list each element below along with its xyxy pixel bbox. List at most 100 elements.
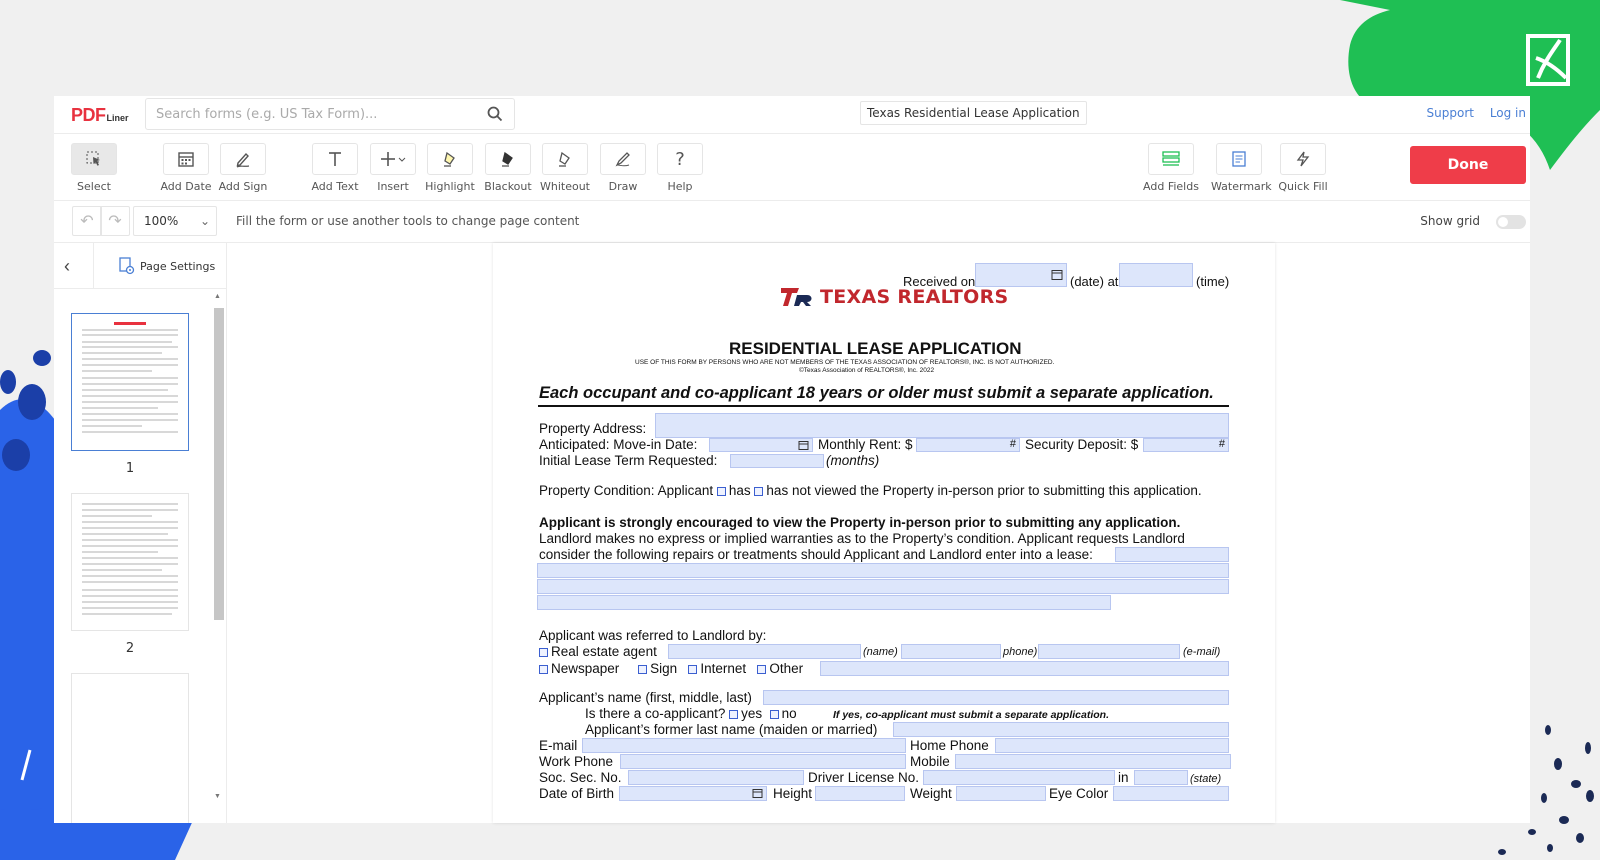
work-phone-field[interactable]	[620, 754, 906, 769]
encourage-bold: Applicant is strongly encouraged to view…	[539, 515, 1181, 530]
calendar-icon	[1051, 270, 1063, 280]
tool-add-date[interactable]: Add Date	[158, 143, 214, 193]
page-settings-button[interactable]: Page Settings	[118, 257, 215, 275]
divider	[93, 243, 94, 289]
use-notice: USE OF THIS FORM BY PERSONS WHO ARE NOT …	[635, 359, 1055, 366]
tool-blackout[interactable]: Blackout	[480, 143, 536, 193]
repairs-field-3[interactable]	[537, 579, 1229, 594]
tool-add-text[interactable]: Add Text	[307, 143, 363, 193]
chevron-left-icon[interactable]: ‹	[64, 256, 70, 277]
applicant-name-label: Applicant’s name (first, middle, last)	[539, 690, 752, 705]
page-thumbnail-2[interactable]	[71, 493, 189, 631]
lightning-icon	[1296, 151, 1310, 167]
page-thumbnail-1[interactable]	[71, 313, 189, 451]
page-number-1: 1	[125, 461, 135, 476]
applicant-name-field[interactable]	[763, 690, 1229, 705]
tool-draw[interactable]: Draw	[595, 143, 651, 193]
search-icon[interactable]	[486, 105, 504, 123]
draw-icon	[615, 152, 630, 167]
weight-label: Weight	[910, 786, 952, 801]
real-estate-agent-checkbox[interactable]	[539, 648, 548, 657]
monthly-rent-label: Monthly Rent: $	[818, 437, 913, 452]
done-button[interactable]: Done	[1410, 146, 1526, 184]
show-grid-toggle[interactable]	[1496, 215, 1526, 229]
initial-term-label: Initial Lease Term Requested:	[539, 453, 718, 468]
former-name-field[interactable]	[893, 722, 1229, 737]
search-input[interactable]	[146, 99, 466, 129]
page-preview	[82, 322, 178, 433]
coapplicant-no-checkbox[interactable]	[769, 710, 779, 719]
email-field[interactable]	[582, 738, 906, 753]
tool-highlight[interactable]: Highlight	[422, 143, 478, 193]
coapplicant-yes-checkbox[interactable]	[729, 710, 739, 719]
page-thumbnail-3[interactable]	[71, 673, 189, 823]
chevron-down-icon: ⌄	[199, 214, 210, 228]
received-date-field[interactable]	[975, 263, 1067, 287]
phone-caption: phone)	[1003, 646, 1038, 658]
name-caption: (name)	[863, 646, 898, 658]
state-field[interactable]	[1134, 770, 1188, 785]
scroll-up-icon[interactable]: ▲	[214, 293, 221, 300]
watermark-icon	[1232, 151, 1246, 167]
other-checkbox[interactable]	[757, 665, 767, 674]
sign-checkbox[interactable]	[638, 665, 648, 674]
tool-add-sign[interactable]: Add Sign	[215, 143, 271, 193]
former-name-label: Applicant’s former last name (maiden or …	[585, 722, 878, 737]
top-bar: PDFLiner Texas Residential Lease Applica…	[54, 96, 1530, 134]
tool-add-fields[interactable]: Add Fields	[1143, 143, 1199, 193]
document-title: Texas Residential Lease Application	[860, 101, 1087, 125]
other-source-field[interactable]	[820, 661, 1229, 676]
height-field[interactable]	[815, 786, 905, 801]
support-link[interactable]: Support	[1427, 106, 1474, 120]
condition-has-not-checkbox[interactable]	[754, 487, 764, 496]
security-deposit-field[interactable]: #	[1143, 438, 1229, 452]
tool-insert[interactable]: Insert	[365, 143, 421, 193]
sidebar-scroll-thumb[interactable]	[214, 308, 224, 620]
agent-email-field[interactable]	[1038, 644, 1180, 659]
time-label: (time)	[1196, 274, 1230, 289]
help-icon: ?	[675, 148, 685, 170]
tool-watermark[interactable]: Watermark	[1211, 143, 1272, 193]
dob-field[interactable]	[619, 786, 767, 801]
agent-phone-field[interactable]	[901, 644, 1001, 659]
realtors-logo-icon	[781, 288, 812, 306]
agent-name-field[interactable]	[668, 644, 861, 659]
zoom-select[interactable]: 100% ⌄	[133, 206, 217, 236]
toolbar: Select Add Date Add Sign Add Text Insert…	[54, 134, 1530, 201]
whiteout-icon	[559, 151, 570, 167]
repairs-field-1[interactable]	[1115, 547, 1229, 562]
move-in-date-field[interactable]	[709, 438, 813, 452]
newspaper-checkbox[interactable]	[539, 665, 548, 674]
ssn-field[interactable]	[628, 770, 804, 785]
initial-term-field[interactable]	[730, 454, 824, 468]
property-address-field[interactable]	[655, 413, 1229, 438]
scroll-down-icon[interactable]: ▼	[214, 793, 221, 800]
calendar-icon	[178, 152, 194, 167]
email-label: E-mail	[539, 738, 578, 753]
pdfliner-logo[interactable]: PDFLiner	[71, 105, 129, 126]
real-estate-agent-option: Real estate agent	[539, 644, 657, 659]
internet-checkbox[interactable]	[688, 665, 698, 674]
document-page: Received on (date) at (time) TEXAS REALT…	[493, 243, 1275, 823]
property-address-label: Property Address:	[539, 421, 647, 436]
repairs-field-2[interactable]	[537, 563, 1229, 578]
redo-button[interactable]: ↷	[100, 206, 130, 236]
home-phone-label: Home Phone	[910, 738, 989, 753]
tool-help[interactable]: ? Help	[652, 143, 708, 193]
weight-field[interactable]	[956, 786, 1046, 801]
tool-select[interactable]: Select	[66, 143, 122, 193]
coapplicant-note: If yes, co-applicant must submit a separ…	[833, 709, 1109, 721]
received-time-field[interactable]	[1119, 263, 1193, 287]
tool-quick-fill[interactable]: Quick Fill	[1275, 143, 1331, 193]
login-link[interactable]: Log in	[1490, 106, 1526, 120]
mobile-field[interactable]	[955, 754, 1231, 769]
encourage-line-2: Landlord makes no express or implied war…	[539, 531, 1185, 546]
tool-whiteout[interactable]: Whiteout	[537, 143, 593, 193]
home-phone-field[interactable]	[995, 738, 1229, 753]
condition-has-checkbox[interactable]	[716, 487, 726, 496]
driver-license-field[interactable]	[923, 770, 1115, 785]
monthly-rent-field[interactable]: #	[916, 438, 1020, 452]
undo-button[interactable]: ↶	[72, 206, 102, 236]
eye-color-field[interactable]	[1113, 786, 1229, 801]
repairs-field-4[interactable]	[537, 595, 1111, 610]
